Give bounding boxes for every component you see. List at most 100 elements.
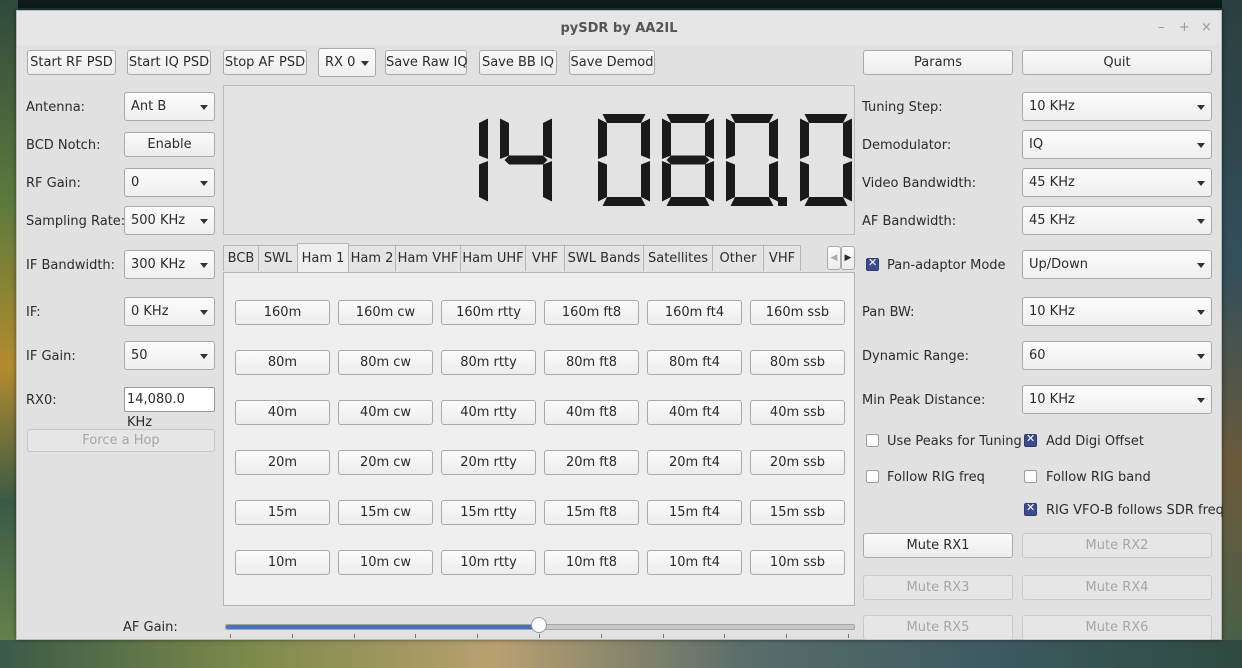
band-button[interactable]: 15m ssb <box>750 500 845 525</box>
if-gain-select[interactable]: 50 <box>124 341 215 370</box>
band-button[interactable]: 10m ssb <box>750 550 845 575</box>
quit-button[interactable]: Quit <box>1022 50 1212 75</box>
tab-vhf[interactable]: VHF <box>763 245 801 271</box>
rx0-frequency-input[interactable]: 14,080.0 KHz <box>124 387 215 430</box>
segment <box>479 161 488 202</box>
mute-rx1-button[interactable]: Mute RX1 <box>863 533 1013 558</box>
band-button[interactable]: 20m ft8 <box>544 450 639 475</box>
band-button[interactable]: 40m rtty <box>441 400 536 425</box>
band-button[interactable]: 20m cw <box>338 450 433 475</box>
pan-bw-select[interactable]: 10 KHz <box>1022 297 1212 326</box>
rf-gain-select[interactable]: 0 <box>124 168 215 197</box>
force-hop-button[interactable]: Force a Hop <box>27 429 215 452</box>
save-raw-iq-button[interactable]: Save Raw IQ <box>385 50 468 75</box>
band-button[interactable]: 40m <box>235 400 330 425</box>
mute-rx6-button[interactable]: Mute RX6 <box>1022 615 1212 640</box>
tab-vhf[interactable]: VHF <box>525 245 565 271</box>
tab-ham-1[interactable]: Ham 1 <box>297 243 349 273</box>
demodulator-select[interactable]: IQ <box>1022 130 1212 159</box>
band-button[interactable]: 160m cw <box>338 300 433 325</box>
bcd-notch-enable-button[interactable]: Enable <box>124 132 215 157</box>
mute-rx3-button[interactable]: Mute RX3 <box>863 575 1013 600</box>
mute-rx4-button[interactable]: Mute RX4 <box>1022 575 1212 600</box>
band-button[interactable]: 80m ssb <box>750 350 845 375</box>
minimize-icon[interactable]: – <box>1158 20 1165 35</box>
band-button[interactable]: 160m rtty <box>441 300 536 325</box>
tab-swl[interactable]: SWL <box>258 245 298 271</box>
band-button[interactable]: 40m ssb <box>750 400 845 425</box>
pan-adaptor-mode-select[interactable]: Up/Down <box>1022 250 1212 279</box>
save-demod-button[interactable]: Save Demod <box>569 50 655 75</box>
band-button[interactable]: 40m ft8 <box>544 400 639 425</box>
band-button[interactable]: 80m ft8 <box>544 350 639 375</box>
min-peak-distance-label: Min Peak Distance: <box>862 393 986 408</box>
follow-rig-freq-checkbox[interactable] <box>866 470 879 483</box>
band-button[interactable]: 15m ft8 <box>544 500 639 525</box>
tab-satellites[interactable]: Satellites <box>643 245 713 271</box>
dynamic-range-select[interactable]: 60 <box>1022 341 1212 370</box>
antenna-select[interactable]: Ant B <box>124 92 215 121</box>
band-button[interactable]: 15m <box>235 500 330 525</box>
band-button[interactable]: 20m ssb <box>750 450 845 475</box>
af-gain-slider-handle[interactable] <box>531 617 547 633</box>
band-button[interactable]: 80m <box>235 350 330 375</box>
tuning-step-select[interactable]: 10 KHz <box>1022 92 1212 121</box>
tab-scroll-right-icon[interactable]: ▶ <box>841 246 855 270</box>
band-button[interactable]: 10m rtty <box>441 550 536 575</box>
close-icon[interactable]: × <box>1201 20 1212 35</box>
band-button[interactable]: 80m cw <box>338 350 433 375</box>
use-peaks-checkbox[interactable] <box>866 434 879 447</box>
band-button[interactable]: 80m rtty <box>441 350 536 375</box>
maximize-icon[interactable]: + <box>1179 20 1190 35</box>
slider-tick <box>353 634 355 638</box>
stop-af-psd-button[interactable]: Stop AF PSD <box>223 50 307 75</box>
if-select[interactable]: 0 KHz <box>124 297 215 326</box>
band-button[interactable]: 10m ft8 <box>544 550 639 575</box>
band-button[interactable]: 160m ssb <box>750 300 845 325</box>
slider-tick <box>477 634 479 638</box>
tab-ham-uhf[interactable]: Ham UHF <box>460 245 526 271</box>
tab-scroll-left-icon[interactable]: ◀ <box>827 246 841 270</box>
band-button[interactable]: 160m ft8 <box>544 300 639 325</box>
start-iq-psd-button[interactable]: Start IQ PSD <box>127 50 211 75</box>
band-button[interactable]: 10m ft4 <box>647 550 742 575</box>
tab-ham-2[interactable]: Ham 2 <box>348 245 396 271</box>
if-bandwidth-select[interactable]: 300 KHz <box>124 250 215 279</box>
if-bandwidth-label: IF Bandwidth: <box>26 258 116 273</box>
params-button[interactable]: Params <box>863 50 1013 75</box>
tab-swl-bands[interactable]: SWL Bands <box>564 245 644 271</box>
band-button[interactable]: 40m cw <box>338 400 433 425</box>
rig-vfo-b-checkbox[interactable] <box>1024 501 1037 516</box>
sampling-rate-select[interactable]: 500 KHz <box>124 206 215 235</box>
mute-rx2-button[interactable]: Mute RX2 <box>1022 533 1212 558</box>
add-digi-offset-checkbox[interactable] <box>1024 432 1037 447</box>
band-button[interactable]: 20m rtty <box>441 450 536 475</box>
if-gain-value: 50 <box>131 348 148 363</box>
title-bar[interactable]: pySDR by AA2IL – + × <box>17 11 1221 45</box>
band-button[interactable]: 40m ft4 <box>647 400 742 425</box>
band-button[interactable]: 15m cw <box>338 500 433 525</box>
if-value: 0 KHz <box>131 304 169 319</box>
save-bb-iq-button[interactable]: Save BB IQ <box>479 50 557 75</box>
start-rf-psd-button[interactable]: Start RF PSD <box>27 50 116 75</box>
tab-other[interactable]: Other <box>712 245 764 271</box>
band-button[interactable]: 15m ft4 <box>647 500 742 525</box>
pan-adaptor-mode-checkbox[interactable] <box>866 256 879 271</box>
band-button[interactable]: 160m <box>235 300 330 325</box>
band-button[interactable]: 20m ft4 <box>647 450 742 475</box>
band-button[interactable]: 15m rtty <box>441 500 536 525</box>
rx-select[interactable]: RX 0 <box>318 48 376 77</box>
band-button[interactable]: 160m ft4 <box>647 300 742 325</box>
segment <box>800 118 809 159</box>
af-bandwidth-select[interactable]: 45 KHz <box>1022 206 1212 235</box>
min-peak-distance-select[interactable]: 10 KHz <box>1022 385 1212 414</box>
mute-rx5-button[interactable]: Mute RX5 <box>863 615 1013 640</box>
video-bandwidth-select[interactable]: 45 KHz <box>1022 168 1212 197</box>
follow-rig-band-checkbox[interactable] <box>1024 470 1037 483</box>
band-button[interactable]: 10m cw <box>338 550 433 575</box>
band-button[interactable]: 10m <box>235 550 330 575</box>
tab-bcb[interactable]: BCB <box>223 245 259 271</box>
band-button[interactable]: 80m ft4 <box>647 350 742 375</box>
band-button[interactable]: 20m <box>235 450 330 475</box>
tab-ham-vhf[interactable]: Ham VHF <box>395 245 461 271</box>
